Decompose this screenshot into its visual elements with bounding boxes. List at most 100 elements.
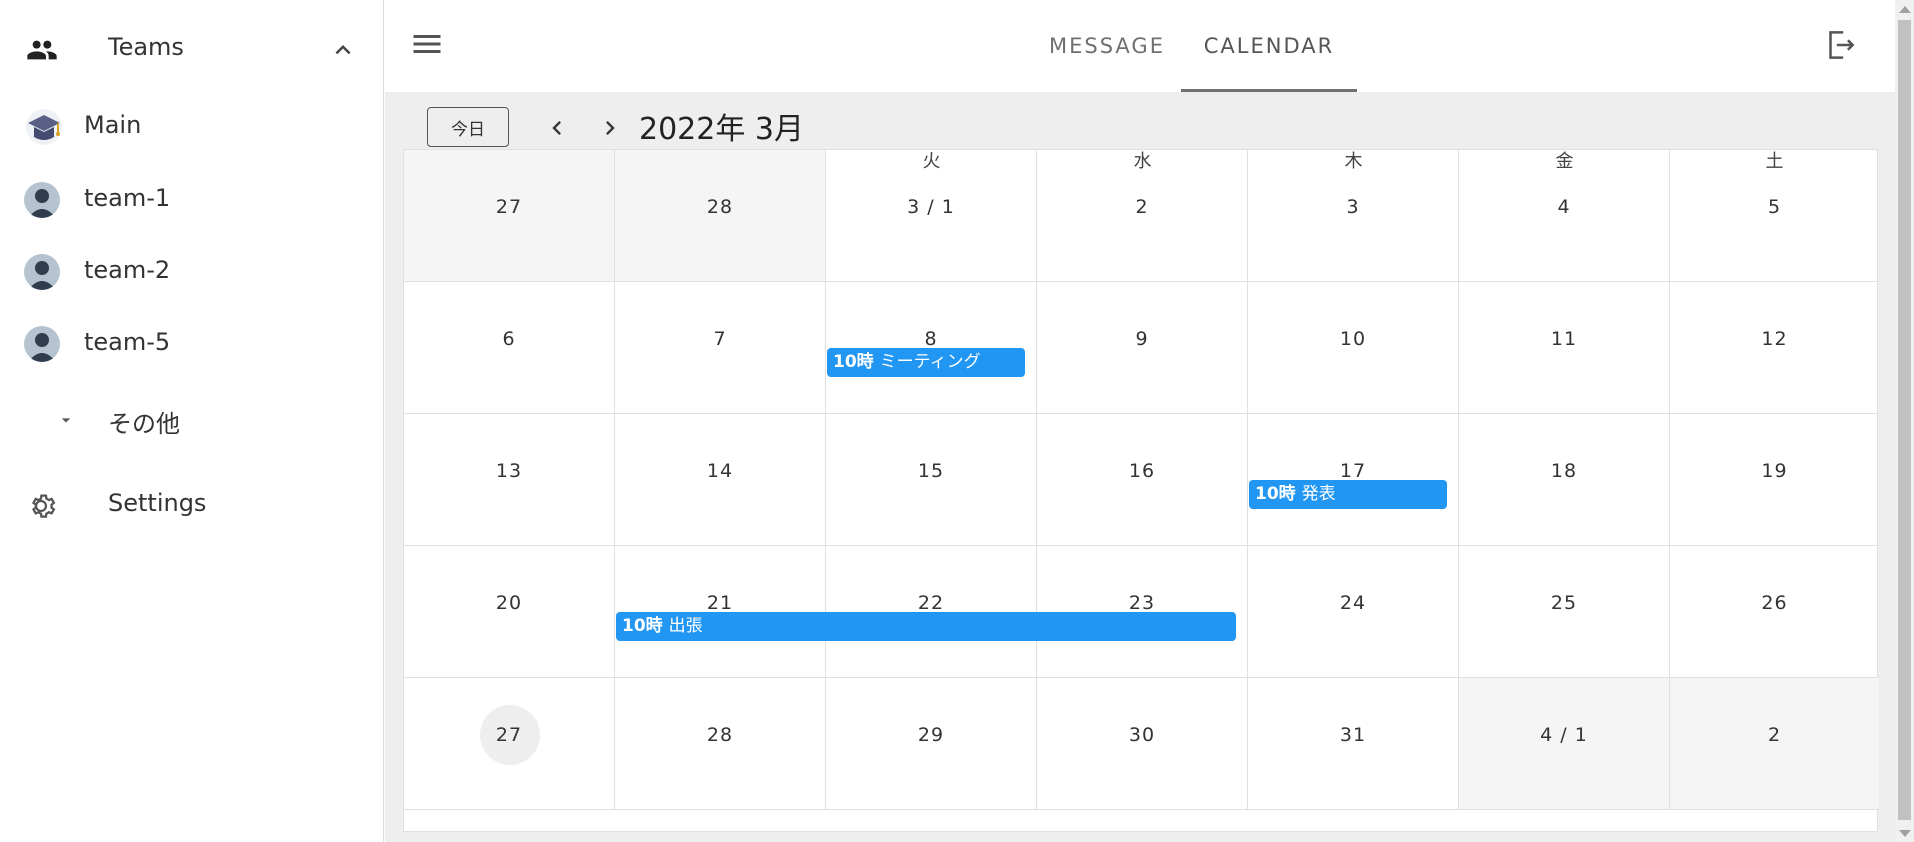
day-cell[interactable]: 2 bbox=[1037, 150, 1248, 282]
main-area: MESSAGE CALENDAR 今日 2022年 3月 日月火水木金土2728… bbox=[385, 0, 1895, 842]
day-number: 19 bbox=[1761, 460, 1788, 482]
group-icon bbox=[26, 34, 58, 66]
hamburger-menu-icon[interactable] bbox=[409, 26, 445, 62]
day-cell[interactable]: 10 bbox=[1248, 282, 1459, 414]
previous-month-icon[interactable] bbox=[539, 110, 575, 146]
sidebar-item-main[interactable]: Main bbox=[0, 95, 383, 159]
event-title: 出張 bbox=[668, 616, 703, 636]
day-cell[interactable]: 9 bbox=[1037, 282, 1248, 414]
day-number: 8 bbox=[924, 328, 938, 350]
event-time: 10時 bbox=[833, 352, 874, 372]
day-number: 21 bbox=[706, 592, 734, 614]
day-cell[interactable]: 26 bbox=[1670, 546, 1879, 678]
scroll-down-icon[interactable] bbox=[1899, 830, 1911, 837]
day-cell[interactable]: 14 bbox=[615, 414, 826, 546]
day-number: 27 bbox=[495, 724, 523, 746]
day-number: 23 bbox=[1128, 592, 1156, 614]
day-number: 29 bbox=[917, 724, 945, 746]
sidebar-item-team-5[interactable]: team-5 bbox=[0, 312, 383, 376]
day-cell[interactable]: 24 bbox=[1248, 546, 1459, 678]
vertical-scrollbar[interactable] bbox=[1895, 0, 1914, 842]
day-cell[interactable]: 12 bbox=[1670, 282, 1879, 414]
day-number: 16 bbox=[1128, 460, 1156, 482]
day-number: 4 bbox=[1557, 196, 1571, 218]
day-cell[interactable]: 6 bbox=[404, 282, 615, 414]
day-cell[interactable]: 20 bbox=[404, 546, 615, 678]
settings-item[interactable]: Settings bbox=[0, 473, 383, 537]
scrollbar-thumb[interactable] bbox=[1898, 20, 1911, 820]
day-cell[interactable]: 7 bbox=[615, 282, 826, 414]
today-button[interactable]: 今日 bbox=[427, 107, 509, 147]
day-number: 24 bbox=[1339, 592, 1367, 614]
day-number: 3 / 1 bbox=[907, 196, 955, 218]
tab-message[interactable]: MESSAGE bbox=[1037, 0, 1177, 92]
day-number: 20 bbox=[495, 592, 523, 614]
gear-icon bbox=[24, 489, 58, 523]
day-cell[interactable]: 28 bbox=[615, 150, 826, 282]
day-cell[interactable]: 4 / 1 bbox=[1459, 678, 1670, 810]
month-title: 2022年 3月 bbox=[639, 112, 804, 147]
sidebar-item-label: team-2 bbox=[84, 256, 171, 284]
teams-label: Teams bbox=[108, 33, 184, 61]
day-number: 10 bbox=[1339, 328, 1367, 350]
day-cell[interactable]: 4 bbox=[1459, 150, 1670, 282]
graduation-cap-icon bbox=[24, 107, 64, 147]
others-label: その他 bbox=[108, 410, 180, 438]
scroll-up-icon[interactable] bbox=[1899, 6, 1911, 13]
calendar-event[interactable]: 10時 発表 bbox=[1249, 480, 1447, 509]
day-number: 7 bbox=[713, 328, 727, 350]
day-cell[interactable]: 2 bbox=[1670, 678, 1879, 810]
sidebar-item-team-2[interactable]: team-2 bbox=[0, 240, 383, 304]
day-cell[interactable]: 27 bbox=[404, 150, 615, 282]
day-number: 12 bbox=[1761, 328, 1788, 350]
calendar-event[interactable]: 10時 出張 bbox=[616, 612, 1236, 641]
day-cell[interactable]: 29 bbox=[826, 678, 1037, 810]
top-app-bar: MESSAGE CALENDAR bbox=[385, 0, 1895, 92]
day-cell[interactable]: 19 bbox=[1670, 414, 1879, 546]
day-number: 3 bbox=[1346, 196, 1360, 218]
others-toggle[interactable]: その他 bbox=[0, 388, 383, 452]
day-number: 27 bbox=[495, 196, 523, 218]
day-cell[interactable]: 5 bbox=[1670, 150, 1879, 282]
day-number: 6 bbox=[502, 328, 516, 350]
today-button-label: 今日 bbox=[451, 119, 485, 140]
day-cell[interactable]: 31 bbox=[1248, 678, 1459, 810]
day-cell[interactable]: 3 / 1 bbox=[826, 150, 1037, 282]
day-cell[interactable]: 11 bbox=[1459, 282, 1670, 414]
day-number: 26 bbox=[1761, 592, 1788, 614]
sidebar: Teams Main team-1 team-2 team-5 その他 Sett… bbox=[0, 0, 384, 842]
sidebar-item-team-1[interactable]: team-1 bbox=[0, 168, 383, 232]
sidebar-item-label: team-1 bbox=[84, 184, 171, 212]
logout-icon[interactable] bbox=[1821, 26, 1859, 64]
teams-toggle[interactable]: Teams bbox=[0, 17, 383, 81]
day-number: 22 bbox=[917, 592, 945, 614]
calendar-event[interactable]: 10時 ミーティング bbox=[827, 348, 1025, 377]
day-cell[interactable]: 18 bbox=[1459, 414, 1670, 546]
person-avatar-icon bbox=[24, 182, 60, 218]
person-avatar-icon bbox=[24, 326, 60, 362]
event-title: ミーティング bbox=[879, 352, 981, 372]
day-number: 18 bbox=[1550, 460, 1578, 482]
day-number: 2 bbox=[1135, 196, 1149, 218]
day-cell[interactable]: 28 bbox=[615, 678, 826, 810]
day-cell[interactable]: 25 bbox=[1459, 546, 1670, 678]
month-calendar-grid: 日月火水木金土27283 / 1234567891011121314151617… bbox=[403, 149, 1879, 832]
event-time: 10時 bbox=[1255, 484, 1296, 504]
tab-calendar[interactable]: CALENDAR bbox=[1181, 0, 1357, 92]
day-number: 9 bbox=[1135, 328, 1149, 350]
day-number: 25 bbox=[1550, 592, 1578, 614]
day-number: 11 bbox=[1550, 328, 1578, 350]
day-cell[interactable]: 30 bbox=[1037, 678, 1248, 810]
tab-label: CALENDAR bbox=[1203, 34, 1335, 58]
day-number: 30 bbox=[1128, 724, 1156, 746]
day-cell[interactable]: 13 bbox=[404, 414, 615, 546]
day-cell[interactable]: 15 bbox=[826, 414, 1037, 546]
day-number: 13 bbox=[495, 460, 523, 482]
day-cell[interactable]: 3 bbox=[1248, 150, 1459, 282]
day-cell[interactable]: 16 bbox=[1037, 414, 1248, 546]
sidebar-item-label: team-5 bbox=[84, 328, 171, 356]
chevron-up-icon[interactable] bbox=[328, 35, 358, 65]
day-cell[interactable]: 27 bbox=[404, 678, 615, 810]
event-time: 10時 bbox=[622, 616, 663, 636]
next-month-icon[interactable] bbox=[592, 110, 628, 146]
